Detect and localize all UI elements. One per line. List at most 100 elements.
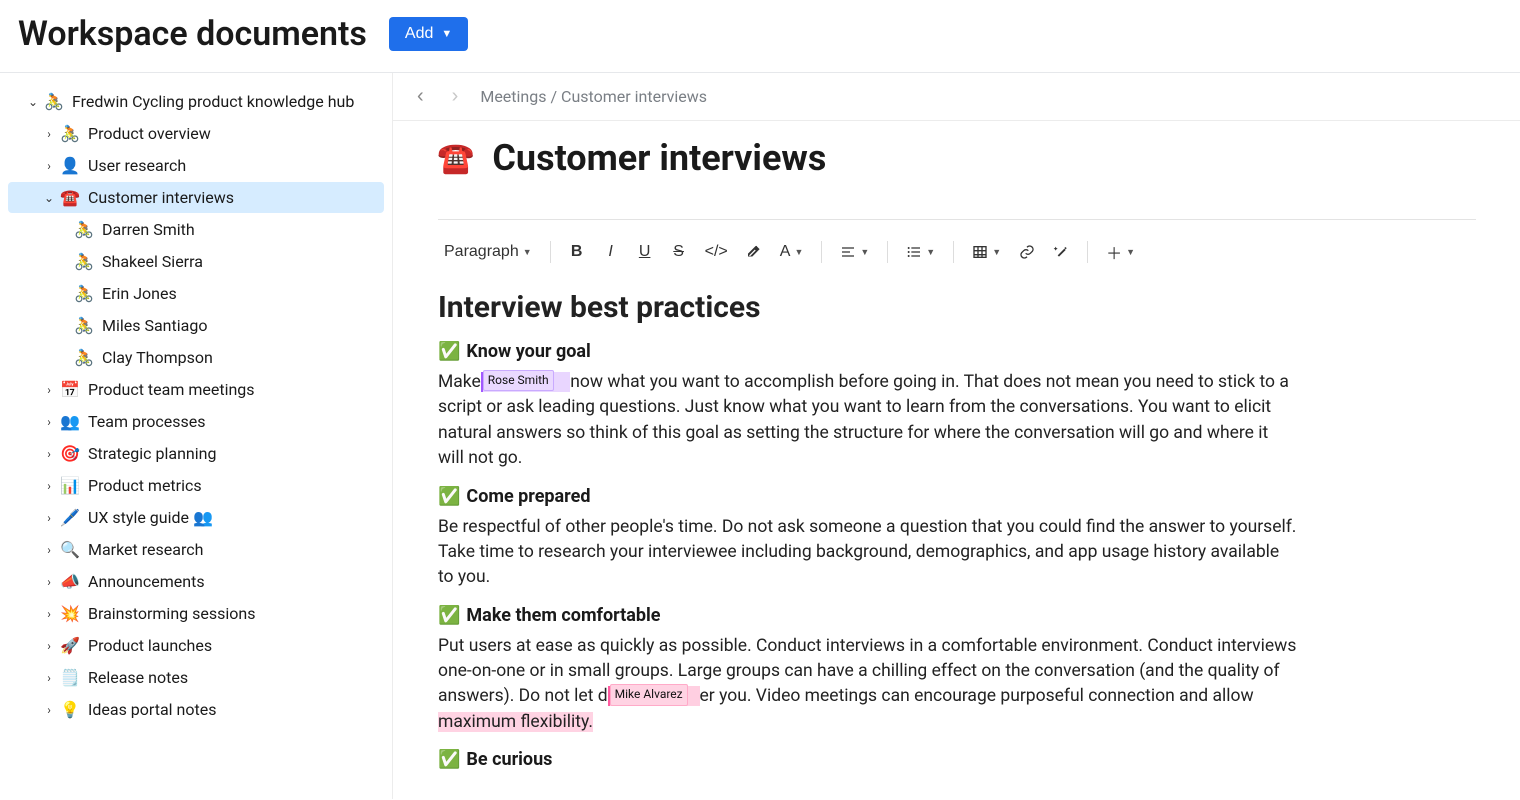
target-icon: 🎯 [60,444,80,463]
main-panel: ‹ › Meetings / Customer interviews ☎️ Cu… [392,73,1520,799]
chevron-right-icon[interactable]: › [40,447,58,461]
breadcrumb[interactable]: Meetings / Customer interviews [480,87,707,106]
subsection-title: Come prepared [466,486,590,507]
notepad-icon: 🗒️ [60,668,80,687]
phone-icon: ☎️ [60,188,80,207]
toolbar-separator [953,241,954,263]
toolbar-separator [887,241,888,263]
toolbar-separator [1087,241,1088,263]
add-button[interactable]: Add ▼ [389,17,468,51]
collab-cursor-rose: Rose Smith sure you k [481,372,570,392]
document-body[interactable]: Interview best practices ✅Know your goal… [438,290,1298,770]
chevron-right-icon[interactable]: › [40,479,58,493]
sidebar-item-label: Release notes [88,668,188,687]
clear-format-button[interactable] [740,238,768,266]
sidebar-item-product-launches[interactable]: › 🚀 Product launches [8,630,384,661]
sidebar-item-label: Miles Santiago [102,316,207,335]
sidebar-root-label: Fredwin Cycling product knowledge hub [72,92,354,111]
sidebar-item-darren-smith[interactable]: 🚴 Darren Smith [8,214,384,245]
chevron-right-icon[interactable]: › [40,159,58,173]
sidebar-item-label: Brainstorming sessions [88,604,255,623]
bold-button[interactable]: B [563,238,591,266]
sidebar-item-strategic-planning[interactable]: › 🎯 Strategic planning [8,438,384,469]
check-icon: ✅ [438,749,460,770]
chevron-right-icon[interactable]: › [40,575,58,589]
eraser-icon [746,244,762,260]
back-button[interactable]: ‹ [411,83,430,110]
chevron-down-icon[interactable]: ⌄ [40,191,58,205]
sidebar-item-erin-jones[interactable]: 🚴 Erin Jones [8,278,384,309]
chevron-right-icon[interactable]: › [40,383,58,397]
megaphone-icon: 📣 [60,572,80,591]
sidebar-item-customer-interviews[interactable]: ⌄ ☎️ Customer interviews [8,182,384,213]
sidebar-item-product-overview[interactable]: › 🚴 Product overview [8,118,384,149]
sidebar-item-product-metrics[interactable]: › 📊 Product metrics [8,470,384,501]
sidebar-item-shakeel-sierra[interactable]: 🚴 Shakeel Sierra [8,246,384,277]
paragraph-style-label: Paragraph [444,243,519,261]
magic-button[interactable] [1047,238,1075,266]
toolbar-separator [821,241,822,263]
bike-icon: 🚴 [74,284,94,303]
chevron-right-icon[interactable]: › [40,127,58,141]
phone-icon: ☎️ [437,141,474,176]
sidebar-item-brainstorming[interactable]: › 💥 Brainstorming sessions [8,598,384,629]
sidebar-item-product-team-meetings[interactable]: › 📅 Product team meetings [8,374,384,405]
forward-button[interactable]: › [446,83,465,110]
sidebar-item-user-research[interactable]: › 👤 User research [8,150,384,181]
chevron-right-icon[interactable]: › [40,415,58,429]
toolbar-separator [550,241,551,263]
check-icon: ✅ [438,341,460,362]
list-button[interactable]: ▼ [900,238,941,266]
pen-icon: 🖊️ [60,508,80,527]
collab-cursor-label: Mike Alvarez [610,684,688,705]
chart-icon: 📊 [60,476,80,495]
chevron-right-icon[interactable]: › [40,511,58,525]
sidebar-item-label: User research [88,156,186,175]
sidebar-item-announcements[interactable]: › 📣 Announcements [8,566,384,597]
link-button[interactable] [1013,238,1041,266]
table-button[interactable]: ▼ [966,238,1007,266]
sidebar-item-label: Ideas portal notes [88,700,216,719]
align-button[interactable]: ▼ [834,238,875,266]
chevron-down-icon[interactable]: ⌄ [24,95,42,109]
chevron-right-icon[interactable]: › [40,671,58,685]
sidebar-item-label: Darren Smith [102,220,195,239]
collab-cursor-mike: Mike Alvarezistance det [608,686,700,706]
wand-icon [1053,244,1069,260]
italic-button[interactable]: I [597,238,625,266]
sidebar-item-label: Erin Jones [102,284,177,303]
sidebar-item-label: Announcements [88,572,205,591]
sidebar-item-market-research[interactable]: › 🔍 Market research [8,534,384,565]
sidebar-item-label: Product metrics [88,476,202,495]
sidebar-item-ideas-portal[interactable]: › 💡 Ideas portal notes [8,694,384,725]
subsection-title: Make them comfortable [466,605,660,626]
people-icon: 👥 [60,412,80,431]
add-button-label: Add [405,25,433,43]
chevron-right-icon[interactable]: › [40,639,58,653]
spark-icon: 💥 [60,604,80,623]
sidebar-item-miles-santiago[interactable]: 🚴 Miles Santiago [8,310,384,341]
sidebar-item-label: Clay Thompson [102,348,213,367]
text: Make [438,372,481,392]
paragraph: Put users at ease as quickly as possible… [438,634,1298,736]
caret-down-icon: ▼ [441,28,452,40]
sidebar-item-team-processes[interactable]: › 👥 Team processes [8,406,384,437]
sidebar-item-ux-style-guide[interactable]: › 🖊️ UX style guide 👥 [8,502,384,533]
sidebar-item-release-notes[interactable]: › 🗒️ Release notes [8,662,384,693]
strikethrough-button[interactable]: S [665,238,693,266]
section-heading: Interview best practices [438,290,1298,325]
underline-button[interactable]: U [631,238,659,266]
chevron-right-icon[interactable]: › [40,543,58,557]
insert-button[interactable]: ＋▼ [1100,238,1141,266]
sidebar-root[interactable]: ⌄ 🚴 Fredwin Cycling product knowledge hu… [8,86,384,117]
sidebar-item-clay-thompson[interactable]: 🚴 Clay Thompson [8,342,384,373]
sidebar-item-label: Shakeel Sierra [102,252,203,271]
chevron-right-icon[interactable]: › [40,703,58,717]
bike-icon: 🚴 [74,348,94,367]
text-color-button[interactable]: A▼ [774,238,810,266]
paragraph-style-select[interactable]: Paragraph ▼ [438,238,538,266]
align-icon [840,244,856,260]
chevron-right-icon[interactable]: › [40,607,58,621]
code-button[interactable]: </> [699,238,734,266]
caret-down-icon: ▼ [794,247,803,257]
